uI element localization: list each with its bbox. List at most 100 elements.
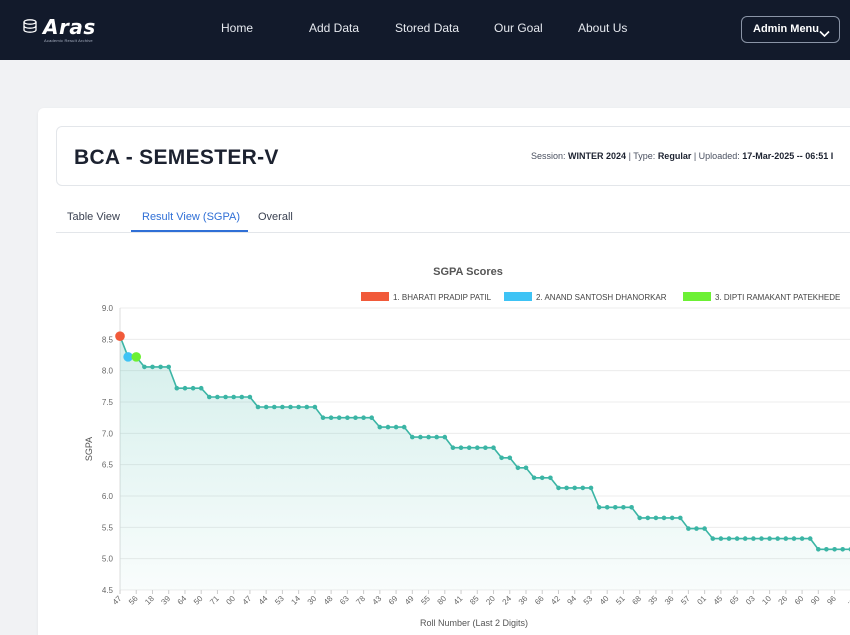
y-tick-label: 6.0	[102, 492, 114, 501]
x-tick-label: 41	[452, 594, 465, 607]
sgpa-point	[142, 364, 147, 370]
x-tick-label: 53	[273, 594, 286, 607]
sgpa-point	[231, 394, 236, 400]
sgpa-point	[710, 536, 716, 541]
sgpa-point	[645, 515, 651, 521]
sgpa-point	[629, 505, 634, 510]
y-tick-label: 6.5	[102, 461, 114, 470]
sgpa-point	[288, 404, 293, 410]
sgpa-point	[272, 404, 277, 410]
sgpa-point	[336, 415, 342, 421]
x-tick-label: 60	[793, 594, 806, 607]
x-tick-label: 01	[695, 594, 708, 607]
sgpa-chart: SGPA Scores 1. BHARATI PRADIP PATIL 2. AN…	[84, 266, 850, 628]
sgpa-point	[377, 424, 383, 430]
x-tick-label: 51	[614, 594, 627, 607]
sgpa-point	[824, 547, 829, 552]
x-tick-label: 69	[387, 594, 400, 607]
x-tick-label: 63	[338, 594, 351, 607]
x-tick-label: 49	[403, 594, 416, 607]
x-tick-label: 20	[484, 594, 497, 607]
sgpa-point	[613, 505, 618, 510]
x-tick-label: 00	[224, 594, 237, 607]
sgpa-point	[621, 505, 626, 510]
sgpa-point	[637, 515, 642, 521]
x-tick-label: 30	[306, 594, 319, 607]
x-tick-label: 26	[777, 594, 790, 607]
x-tick-label: 36	[517, 594, 530, 607]
x-tick-label: 47	[111, 594, 124, 607]
sgpa-point	[369, 415, 375, 421]
y-axis-label: SGPA	[84, 437, 94, 461]
sgpa-point	[385, 424, 391, 430]
x-tick-label: 35	[647, 594, 660, 607]
sgpa-point	[653, 515, 659, 521]
sgpa-point	[466, 445, 472, 451]
sgpa-point	[499, 455, 504, 461]
sgpa-point	[548, 475, 553, 481]
x-tick-label: 64	[176, 594, 189, 607]
sgpa-point	[215, 394, 220, 400]
sgpa-point	[190, 385, 196, 391]
sgpa-point	[799, 536, 805, 541]
sgpa-point	[328, 415, 334, 421]
x-tick-label: 43	[371, 594, 384, 607]
x-tick-label: 53	[582, 594, 595, 607]
y-tick-label: 7.0	[102, 429, 114, 438]
x-tick-label: 39	[159, 594, 172, 607]
x-axis-label: Roll Number (Last 2 Digits)	[420, 618, 528, 628]
x-tick-label: 10	[760, 594, 773, 607]
sgpa-point	[515, 465, 521, 471]
sgpa-point	[280, 404, 285, 410]
x-tick-label: 96	[825, 594, 838, 607]
x-tick-label: 40	[598, 594, 611, 607]
sgpa-point	[296, 404, 301, 410]
x-tick-label: ...	[843, 594, 850, 605]
sgpa-point	[775, 536, 780, 541]
chart-title: SGPA Scores	[433, 266, 503, 278]
sgpa-point	[596, 505, 602, 510]
y-tick-label: 5.5	[102, 523, 114, 532]
x-tick-label: 18	[143, 594, 156, 607]
x-tick-label: 68	[630, 594, 643, 607]
y-tick-label: 5.0	[102, 555, 114, 564]
x-tick-label: 48	[322, 594, 335, 607]
sgpa-point	[816, 547, 821, 552]
sgpa-point	[418, 434, 423, 440]
sgpa-point	[686, 526, 691, 531]
x-tick-label: 14	[289, 594, 302, 607]
sgpa-point	[150, 364, 155, 370]
sgpa-point	[556, 485, 561, 491]
sgpa-point	[434, 434, 440, 440]
sgpa-point	[304, 404, 310, 410]
sgpa-point	[694, 526, 699, 531]
sgpa-point	[483, 445, 488, 451]
y-tick-label: 7.5	[102, 398, 114, 407]
sgpa-point	[239, 394, 245, 400]
sgpa-point	[807, 536, 813, 541]
x-tick-label: 85	[468, 594, 481, 607]
sgpa-point	[158, 364, 163, 370]
sgpa-point	[312, 404, 318, 410]
legend-swatch	[683, 292, 711, 301]
sgpa-point	[263, 404, 269, 410]
legend-label: 3. DIPTI RAMAKANT PATEKHEDE	[715, 293, 840, 302]
sgpa-point	[751, 536, 756, 541]
y-tick-label: 8.5	[102, 335, 114, 344]
sgpa-point	[361, 415, 366, 421]
sgpa-point	[718, 536, 724, 541]
sgpa-point	[726, 536, 732, 541]
x-tick-label: 03	[744, 594, 757, 607]
sgpa-point	[174, 385, 180, 391]
legend-swatch	[361, 292, 389, 301]
x-tick-label: 44	[257, 594, 270, 607]
sgpa-point	[791, 536, 797, 541]
x-tick-label: 24	[501, 594, 514, 607]
y-tick-label: 4.5	[102, 586, 114, 595]
x-tick-label: 57	[679, 594, 692, 607]
sgpa-point	[182, 385, 188, 391]
sgpa-point	[759, 536, 764, 541]
sgpa-point	[198, 385, 204, 391]
x-tick-label: 90	[809, 594, 822, 607]
sgpa-point	[604, 505, 610, 510]
